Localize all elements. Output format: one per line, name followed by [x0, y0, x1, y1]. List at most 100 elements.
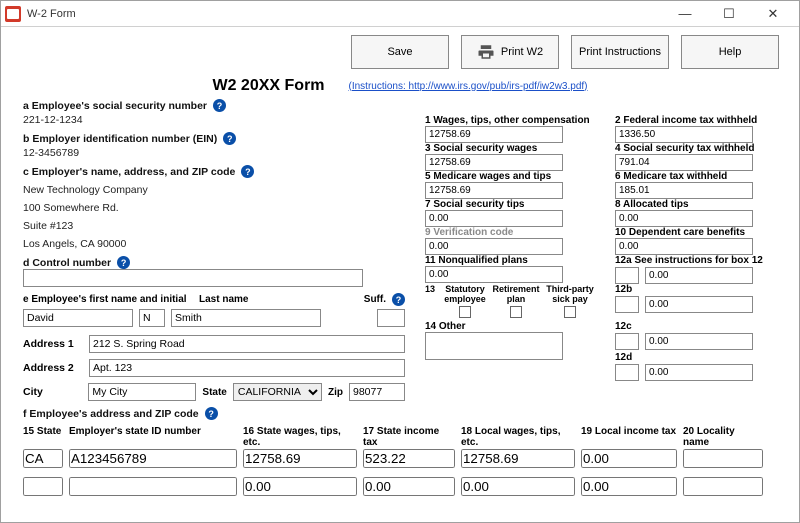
- bottom-section: 15 State Employer's state ID number 16 S…: [23, 426, 777, 496]
- help-box-e-icon[interactable]: ?: [392, 293, 405, 306]
- r2-localtax-input[interactable]: [581, 477, 677, 496]
- box11-input[interactable]: [425, 266, 563, 283]
- r1-statetax-input[interactable]: [363, 449, 455, 468]
- control-number-input[interactable]: [23, 269, 363, 287]
- r2-statetax-input[interactable]: [363, 477, 455, 496]
- r2-statewages-input[interactable]: [243, 477, 357, 496]
- box6-input[interactable]: [615, 182, 753, 199]
- box1-label: 1 Wages, tips, other compensation: [425, 115, 601, 126]
- address1-input[interactable]: [89, 335, 405, 353]
- box8-input[interactable]: [615, 210, 753, 227]
- box5-label: 5 Medicare wages and tips: [425, 171, 601, 182]
- box12c-value-input[interactable]: [645, 333, 753, 350]
- help-box-a-icon[interactable]: ?: [213, 99, 226, 112]
- print-w2-button[interactable]: Print W2: [461, 35, 559, 69]
- box-c-label: c Employer's name, address, and ZIP code: [23, 166, 235, 178]
- r1-localwages-input[interactable]: [461, 449, 575, 468]
- r2-eid-input[interactable]: [69, 477, 237, 496]
- h19: 19 Local income tax: [581, 426, 677, 448]
- box12d-value-input[interactable]: [645, 364, 753, 381]
- box3-input[interactable]: [425, 154, 563, 171]
- r2-localwages-input[interactable]: [461, 477, 575, 496]
- box12b-label: 12b: [615, 284, 791, 295]
- box12c-label: 12c: [615, 321, 791, 332]
- help-button[interactable]: Help: [681, 35, 779, 69]
- r1-localtax-input[interactable]: [581, 449, 677, 468]
- help-box-b-icon[interactable]: ?: [223, 132, 236, 145]
- address2-label: Address 2: [23, 362, 83, 374]
- box7-input[interactable]: [425, 210, 563, 227]
- close-button[interactable]: ✕: [751, 1, 795, 27]
- minimize-button[interactable]: —: [663, 1, 707, 27]
- box13-retirement-checkbox[interactable]: [510, 306, 522, 318]
- box2-input[interactable]: [615, 126, 753, 143]
- city-input[interactable]: [88, 383, 196, 401]
- box1-input[interactable]: [425, 126, 563, 143]
- titlebar: W-2 Form — ☐ ✕: [1, 1, 799, 27]
- r1-state-input[interactable]: [23, 449, 63, 468]
- app-icon: [5, 6, 21, 22]
- maximize-button[interactable]: ☐: [707, 1, 751, 27]
- box12d-label: 12d: [615, 352, 791, 363]
- box-f-label: f Employee's address and ZIP code: [23, 408, 199, 420]
- employer-line4: Los Angels, CA 90000: [23, 238, 405, 250]
- suffix-input[interactable]: [377, 309, 405, 327]
- box10-input[interactable]: [615, 238, 753, 255]
- print-instructions-button[interactable]: Print Instructions: [571, 35, 669, 69]
- box12b-value-input[interactable]: [645, 296, 753, 313]
- h17: 17 State income tax: [363, 426, 455, 448]
- instructions-link[interactable]: (Instructions: http://www.irs.gov/pub/ir…: [349, 81, 588, 92]
- box12-label: 12a See instructions for box 12: [615, 255, 791, 266]
- h20: 20 Locality name: [683, 426, 763, 448]
- city-label: City: [23, 386, 82, 398]
- box13-thirdparty-label: Third-party sick pay: [545, 284, 595, 304]
- r1-statewages-input[interactable]: [243, 449, 357, 468]
- box4-input[interactable]: [615, 154, 753, 171]
- box-d-label: d Control number: [23, 257, 111, 269]
- help-box-c-icon[interactable]: ?: [241, 165, 254, 178]
- r2-locality-input[interactable]: [683, 477, 763, 496]
- box13-label: 13: [425, 284, 439, 304]
- last-name-input[interactable]: [171, 309, 321, 327]
- ssn-value: 221-12-1234: [23, 114, 405, 126]
- r2-state-input[interactable]: [23, 477, 63, 496]
- help-box-d-icon[interactable]: ?: [117, 256, 130, 269]
- window-controls: — ☐ ✕: [663, 1, 795, 27]
- box5-input[interactable]: [425, 182, 563, 199]
- box12b-code-input[interactable]: [615, 296, 639, 313]
- box14-label: 14 Other: [425, 321, 601, 332]
- middle-initial-input[interactable]: [139, 309, 165, 327]
- box14-input[interactable]: [425, 332, 563, 360]
- box10-label: 10 Dependent care benefits: [615, 227, 791, 238]
- last-name-label: Last name: [199, 294, 248, 305]
- box-a-label: a Employee's social security number: [23, 100, 207, 112]
- window-title: W-2 Form: [27, 8, 76, 20]
- employer-line2: 100 Somewhere Rd.: [23, 202, 405, 214]
- box6-label: 6 Medicare tax withheld: [615, 171, 791, 182]
- zip-label: Zip: [328, 387, 343, 398]
- box3-label: 3 Social security wages: [425, 143, 601, 154]
- first-name-input[interactable]: [23, 309, 133, 327]
- r1-locality-input[interactable]: [683, 449, 763, 468]
- address2-input[interactable]: [89, 359, 405, 377]
- employer-line3: Suite #123: [23, 220, 405, 232]
- form-body: W2 20XX Form (Instructions: http://www.i…: [1, 75, 799, 522]
- box2-label: 2 Federal income tax withheld: [615, 115, 791, 126]
- box11-label: 11 Nonqualified plans: [425, 255, 601, 266]
- h15: 15 State: [23, 426, 63, 448]
- zip-input[interactable]: [349, 383, 405, 401]
- state-select[interactable]: CALIFORNIA: [233, 383, 322, 401]
- box8-label: 8 Allocated tips: [615, 199, 791, 210]
- box12d-code-input[interactable]: [615, 364, 639, 381]
- box12c-code-input[interactable]: [615, 333, 639, 350]
- save-button[interactable]: Save: [351, 35, 449, 69]
- help-box-f-icon[interactable]: ?: [205, 407, 218, 420]
- box12a-value-input[interactable]: [645, 267, 753, 284]
- first-name-label: e Employee's first name and initial: [23, 294, 193, 305]
- ein-value: 12-3456789: [23, 147, 405, 159]
- r1-eid-input[interactable]: [69, 449, 237, 468]
- box13-thirdparty-checkbox[interactable]: [564, 306, 576, 318]
- box12a-code-input[interactable]: [615, 267, 639, 284]
- employer-line1: New Technology Company: [23, 184, 405, 196]
- box13-statutory-checkbox[interactable]: [459, 306, 471, 318]
